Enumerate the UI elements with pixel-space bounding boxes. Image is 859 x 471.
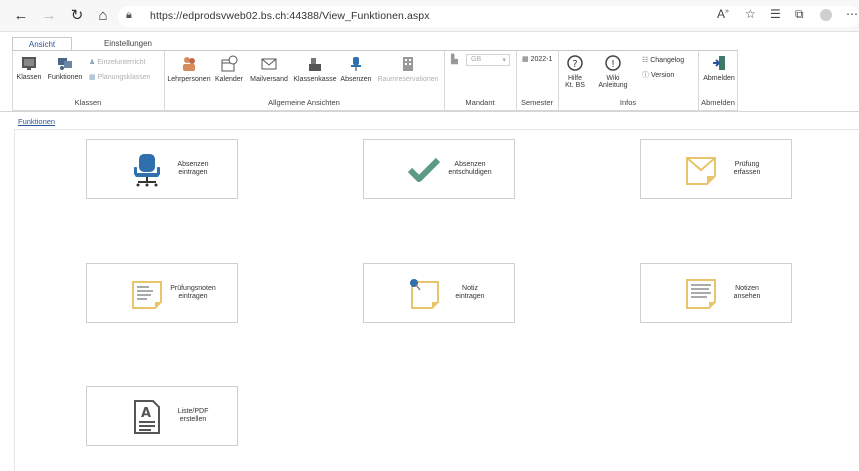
- ribbon: Ansicht Einstellungen Klassen Funktionen…: [0, 32, 859, 112]
- lock-icon[interactable]: 🔒︎: [126, 9, 132, 22]
- logout-icon: [713, 56, 725, 70]
- tile-notiz-eintragen[interactable]: Notiz eintragen: [363, 263, 515, 323]
- mandant-icon: ▙: [451, 54, 458, 64]
- tile-pruefung-erfassen[interactable]: Prüfung erfassen: [640, 139, 792, 199]
- tile-notizen-ansehen[interactable]: Notizen ansehen: [640, 263, 792, 323]
- office-chair-icon: [134, 154, 160, 187]
- tile-pruefungsnoten-eintragen[interactable]: Prüfungsnoten eintragen: [86, 263, 238, 323]
- group-label-infos: Infos: [619, 98, 637, 107]
- group-label-semester: Semester: [520, 98, 554, 107]
- group-label-mandant: Mandant: [465, 98, 495, 107]
- tile-absenzen-eintragen[interactable]: Absenzen eintragen: [86, 139, 238, 199]
- svg-text:?: ?: [572, 59, 577, 70]
- tile-liste-pdf-erstellen[interactable]: A Liste/PDF erstellen: [86, 386, 238, 446]
- changelog-icon: ☷: [642, 57, 649, 64]
- reload-icon[interactable]: ↻: [68, 7, 86, 25]
- notes-list-icon: [686, 279, 716, 309]
- back-icon[interactable]: ←: [12, 7, 30, 25]
- svg-text:!: !: [611, 59, 615, 70]
- favorite-add-icon[interactable]: ☆: [745, 7, 756, 21]
- tile-label: Absenzen eintragen: [177, 161, 209, 176]
- student-icon: ♟: [89, 59, 96, 66]
- lehrpersonen-button[interactable]: Lehrpersonen: [166, 55, 212, 83]
- einzelunterricht-item[interactable]: ♟ Einzelunterricht: [89, 58, 145, 66]
- semester-icon: ▦: [522, 56, 529, 63]
- tile-absenzen-entschuldigen[interactable]: Absenzen entschuldigen: [363, 139, 515, 199]
- group-label-abmelden: Abmelden: [701, 98, 735, 107]
- klassenkasse-button[interactable]: Klassenkasse: [292, 55, 338, 83]
- wiki-anleitung-button[interactable]: ! Wiki Anleitung: [595, 54, 631, 89]
- building-icon: [403, 57, 413, 71]
- more-icon[interactable]: ⋯: [846, 7, 858, 21]
- divider: [14, 129, 15, 471]
- home-icon[interactable]: ⌂: [94, 7, 112, 25]
- cash-register-icon: [309, 58, 321, 71]
- mailversand-button[interactable]: Mailversand: [248, 55, 290, 83]
- tile-label: Prüfung erfassen: [733, 161, 761, 176]
- mandant-select[interactable]: GB ▾: [466, 54, 510, 66]
- calendar-clock-icon: [221, 55, 238, 72]
- divider: [14, 129, 859, 130]
- chevron-down-icon: ▾: [502, 57, 506, 64]
- grade-sheet-icon: [132, 281, 162, 309]
- checkmark-icon: [407, 157, 441, 182]
- profile-icon[interactable]: [820, 9, 832, 21]
- document-a-icon: A: [134, 400, 160, 434]
- planungsklassen-item[interactable]: ▦ Planungsklassen: [89, 73, 151, 81]
- tab-einstellungen[interactable]: Einstellungen: [98, 37, 158, 51]
- functions-icon: [58, 58, 72, 70]
- teachers-icon: [183, 57, 195, 71]
- collections-icon[interactable]: ⧉: [795, 7, 804, 22]
- info-exclamation-icon: !: [605, 55, 621, 71]
- url-text: https://edprodsvweb02.bs.ch:44388/View_F…: [150, 10, 430, 22]
- abmelden-button[interactable]: Abmelden: [700, 54, 738, 82]
- absenzen-button[interactable]: Absenzen: [339, 55, 373, 83]
- help-icon: ?: [567, 55, 583, 71]
- tile-label: Absenzen entschuldigen: [448, 161, 492, 176]
- mail-icon: [261, 58, 277, 70]
- grid-icon: ▦: [89, 74, 96, 81]
- svg-text:A: A: [141, 406, 151, 421]
- tile-label: Notiz eintragen: [455, 285, 485, 300]
- kalender-button[interactable]: Kalender: [214, 55, 244, 83]
- group-label-klassen: Klassen: [74, 98, 102, 107]
- tile-label: Notizen ansehen: [733, 285, 761, 300]
- envelope-note-icon: [686, 157, 716, 185]
- pinned-note-icon: [410, 279, 439, 309]
- office-chair-icon: [351, 57, 361, 71]
- klassen-button[interactable]: Klassen: [16, 55, 42, 81]
- raumreservationen-button[interactable]: Raumreservationen: [375, 55, 441, 83]
- group-label-allgemeine-ansichten: Allgemeine Ansichten: [268, 98, 340, 107]
- semester-selector[interactable]: ▦ 2022-1: [522, 55, 552, 63]
- browser-toolbar: ← → ↻ ⌂ 🔒︎ https://edprodsvweb02.bs.ch:4…: [0, 0, 859, 32]
- funktionen-button[interactable]: Funktionen: [46, 55, 84, 81]
- hilfe-button[interactable]: ? Hilfe Kt. BS: [561, 54, 589, 89]
- changelog-item[interactable]: ☷ Changelog: [642, 56, 684, 64]
- tile-label: Liste/PDF erstellen: [177, 408, 209, 423]
- info-icon: ⓘ: [642, 72, 649, 79]
- tab-ansicht[interactable]: Ansicht: [12, 37, 72, 51]
- read-aloud-icon[interactable]: A»: [717, 7, 729, 21]
- tile-label: Prüfungsnoten eintragen: [170, 285, 216, 300]
- forward-icon[interactable]: →: [40, 7, 58, 25]
- breadcrumb[interactable]: Funktionen: [18, 117, 55, 126]
- version-item[interactable]: ⓘ Version: [642, 70, 674, 80]
- blackboard-icon: [22, 57, 36, 70]
- favorites-icon[interactable]: ☰: [770, 7, 781, 21]
